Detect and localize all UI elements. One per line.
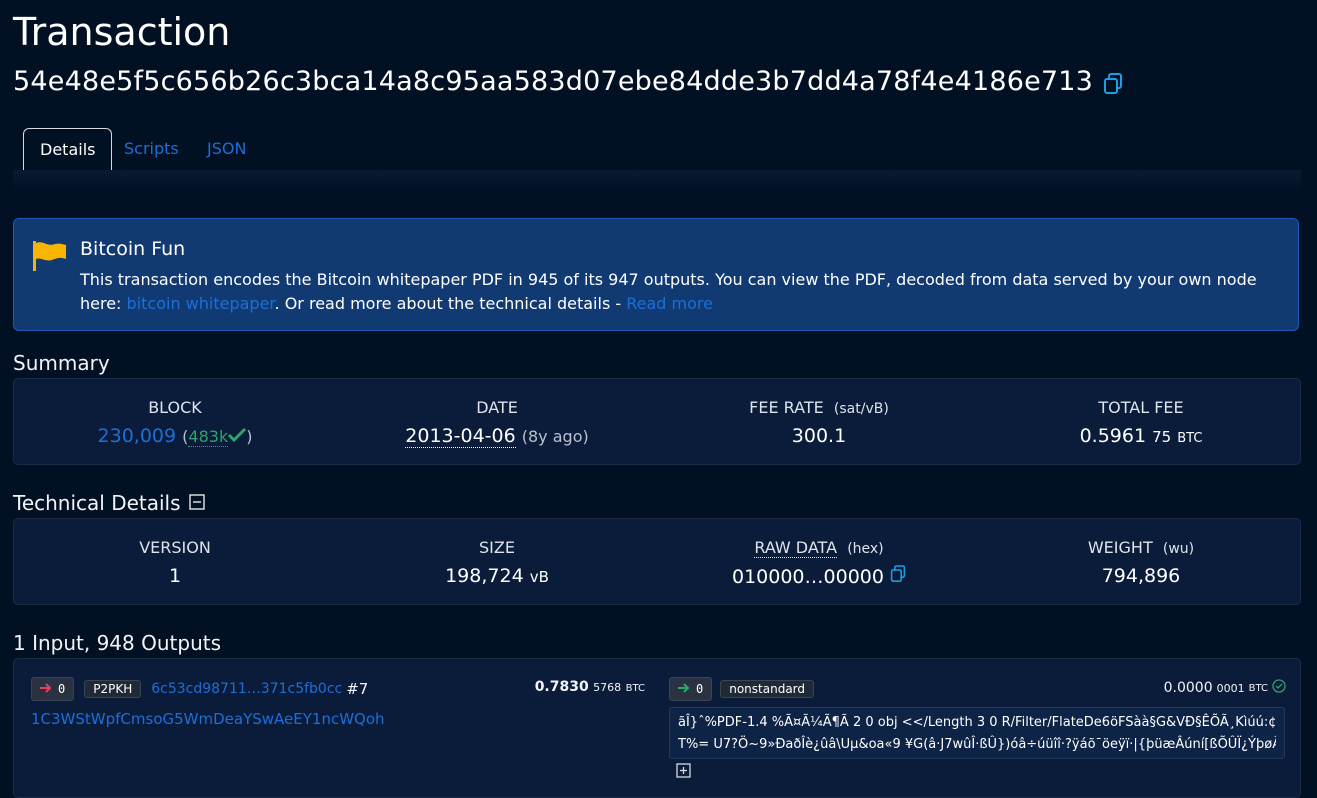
- size-value-row: 198,724 vB: [336, 565, 658, 587]
- fee-rate-value: 300.1: [791, 425, 847, 447]
- collapse-icon[interactable]: [188, 491, 205, 515]
- size-label: SIZE: [479, 538, 515, 557]
- arrow-right-green-icon: [678, 682, 690, 696]
- whitepaper-link[interactable]: bitcoin whitepaper: [127, 294, 275, 313]
- weight-label-row: WEIGHT (wu): [980, 538, 1302, 557]
- input-index-badge[interactable]: 0: [31, 677, 75, 701]
- output-script-line-1: ãÎ}ˆ%PDF-1.4 %Ã¤Ã¼Ã¶Ã 2 0 obj <</Length …: [678, 715, 1276, 730]
- output-index: 0: [696, 682, 704, 696]
- input-address[interactable]: 1C3WStWpfCmsoG5WmDeaYSwAeEY1ncWQoh: [31, 710, 385, 728]
- tab-details[interactable]: Details: [23, 128, 113, 171]
- raw-value: 010000…00000: [731, 566, 884, 588]
- raw-unit: (hex): [847, 541, 884, 557]
- input-amount-main: 0.7830: [534, 679, 589, 695]
- output-amount-small: 0001: [1216, 681, 1245, 695]
- alert-text-part2: . Or read more about the technical detai…: [274, 294, 627, 313]
- copy-icon[interactable]: [1103, 71, 1123, 94]
- expand-icon[interactable]: [676, 763, 691, 782]
- output-script-line-2: T%= U7?Ö~9»ÐaðÎè¿ûâ\Uµ&oa«9 ¥G(â·J7wûÎ·ß…: [678, 737, 1276, 752]
- date-ago: (8y ago): [521, 427, 589, 446]
- txid-row: 54e48e5f5c656b26c3bca14a8c95aa583d07ebe8…: [13, 66, 1123, 97]
- total-fee-value-row: 0.5961 75 BTC: [980, 425, 1302, 447]
- prev-tx-link[interactable]: 6c53cd98711…371c5fb0cc: [151, 681, 342, 697]
- output-row: 0 nonstandard: [669, 677, 815, 701]
- arrow-right-red-icon: [40, 682, 52, 696]
- technical-box: VERSION 1 SIZE 198,724 vB RAW DATA (hex)…: [13, 518, 1301, 605]
- raw-label: RAW DATA: [754, 538, 838, 558]
- page-title: Transaction: [13, 10, 231, 54]
- weight-label: WEIGHT: [1087, 538, 1153, 557]
- raw-label-row: RAW DATA (hex): [658, 538, 980, 558]
- date-value: 2013-04-06: [405, 425, 516, 448]
- output-amount-main: 0.0000: [1163, 680, 1213, 696]
- read-more-link[interactable]: Read more: [626, 294, 713, 313]
- technical-title: Technical Details: [13, 491, 181, 515]
- total-fee-unit: BTC: [1177, 431, 1203, 446]
- check-icon: [228, 427, 247, 446]
- block-link[interactable]: 230,009: [98, 425, 177, 447]
- output-amount: 0.0000 0001 BTC: [1164, 679, 1286, 697]
- tab-scripts[interactable]: Scripts: [108, 128, 195, 169]
- tab-divider-shadow: [13, 170, 1301, 192]
- alert-text: This transaction encodes the Bitcoin whi…: [80, 268, 1258, 316]
- output-script-box: ãÎ}ˆ%PDF-1.4 %Ã¤Ã¼Ã¶Ã 2 0 obj <</Length …: [669, 707, 1285, 759]
- version-label: VERSION: [139, 538, 211, 557]
- size-unit: vB: [529, 568, 549, 586]
- confirmations: 483k: [188, 427, 229, 447]
- raw-value-row: 010000…00000: [658, 565, 980, 588]
- input-amount-unit: BTC: [625, 683, 645, 694]
- input-type-badge: P2PKH: [84, 680, 142, 698]
- output-type-badge: nonstandard: [720, 680, 815, 698]
- tab-bar: Details Scripts JSON: [13, 128, 1301, 171]
- block-value-row: 230,009 (483k): [97, 425, 253, 447]
- size-value: 198,724: [445, 565, 524, 587]
- input-amount: 0.7830 5768 BTC: [535, 679, 645, 695]
- block-label: BLOCK: [148, 398, 202, 417]
- output-amount-unit: BTC: [1248, 682, 1268, 694]
- date-value-row: 2013-04-06 (8y ago): [336, 425, 658, 448]
- weight-unit: (wu): [1162, 541, 1195, 557]
- input-row: 0 P2PKH 6c53cd98711…371c5fb0cc #7: [31, 677, 368, 701]
- check-circle-icon: [1272, 679, 1286, 697]
- input-index: 0: [58, 682, 66, 696]
- alert-title: Bitcoin Fun: [80, 238, 186, 260]
- io-box: 0 P2PKH 6c53cd98711…371c5fb0cc #7 0.7830…: [13, 658, 1301, 798]
- version-value: 1: [168, 565, 182, 587]
- date-label: DATE: [476, 398, 518, 417]
- tab-json[interactable]: JSON: [191, 128, 262, 169]
- fee-rate-unit: (sat/vB): [833, 401, 889, 417]
- flag-icon: [33, 241, 67, 275]
- total-fee-small: 75: [1152, 428, 1172, 446]
- fee-rate-label: FEE RATE: [749, 398, 824, 417]
- total-fee-main: 0.5961: [1079, 425, 1147, 447]
- copy-raw-icon[interactable]: [890, 565, 906, 588]
- input-amount-small: 5768: [593, 681, 622, 694]
- io-heading: 1 Input, 948 Outputs: [13, 631, 222, 655]
- total-fee-label: TOTAL FEE: [1098, 398, 1184, 417]
- weight-value: 794,896: [1101, 565, 1181, 587]
- summary-heading: Summary: [13, 351, 110, 375]
- output-index-badge[interactable]: 0: [669, 677, 713, 701]
- prev-vout: #7: [346, 680, 369, 698]
- bitcoin-fun-alert: Bitcoin Fun This transaction encodes the…: [13, 218, 1299, 331]
- technical-heading: Technical Details: [13, 491, 205, 515]
- txid: 54e48e5f5c656b26c3bca14a8c95aa583d07ebe8…: [13, 66, 1094, 97]
- summary-box: BLOCK 230,009 (483k) DATE 2013-04-06 (8y…: [13, 378, 1301, 465]
- fee-rate-label-row: FEE RATE (sat/vB): [658, 398, 980, 417]
